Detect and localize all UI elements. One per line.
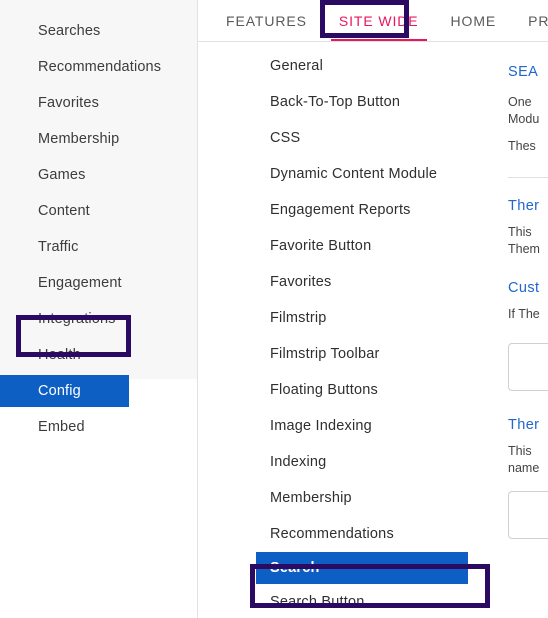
content-intro-line-1: One [508, 95, 532, 109]
menu-item-general[interactable]: General [198, 48, 498, 84]
content-heading-theme-2: Ther [508, 417, 540, 433]
sidebar-nav: Searches Recommendations Favorites Membersh… [0, 13, 197, 445]
menu-item-favorites[interactable]: Favorites [198, 264, 498, 300]
sidebar-item-health[interactable]: Health [0, 337, 197, 373]
tab-list: FEATURES SITE WIDE HOME PR [198, 0, 548, 42]
sidebar-item-searches[interactable]: Searches [0, 13, 197, 49]
content-theme2-line-2: name [508, 461, 540, 475]
menu-item-engagement-reports[interactable]: Engagement Reports [198, 192, 498, 228]
tab-label: PR [528, 13, 548, 29]
sidebar-item-engagement[interactable]: Engagement [0, 265, 197, 301]
tab-label: SITE WIDE [338, 13, 419, 29]
sidebar-item-integrations[interactable]: Integrations [0, 301, 197, 337]
menu-item-recommendations[interactable]: Recommendations [198, 516, 498, 552]
menu-item-search[interactable]: Search [256, 552, 468, 584]
tab-home[interactable]: HOME [435, 0, 513, 42]
content-intro-line-2: Modu [508, 112, 540, 126]
menu-item-filmstrip[interactable]: Filmstrip [198, 300, 498, 336]
content-custom-line-1: If The [508, 307, 540, 321]
theme-name-input[interactable] [508, 491, 548, 539]
content-theme-line-2: Them [508, 242, 540, 256]
sidebar-item-content[interactable]: Content [0, 193, 197, 229]
menu-item-css[interactable]: CSS [198, 120, 498, 156]
sidebar-item-games[interactable]: Games [0, 157, 197, 193]
menu-item-floating-buttons[interactable]: Floating Buttons [198, 372, 498, 408]
sidebar-item-traffic[interactable]: Traffic [0, 229, 197, 265]
menu-item-filmstrip-toolbar[interactable]: Filmstrip Toolbar [198, 336, 498, 372]
menu-item-indexing[interactable]: Indexing [198, 444, 498, 480]
tab-label: FEATURES [226, 13, 307, 29]
menu-item-image-indexing[interactable]: Image Indexing [198, 408, 498, 444]
tab-bar-divider [198, 41, 548, 42]
content-heading-custom: Cust [508, 280, 540, 296]
content-intro-line-3: Thes [508, 139, 536, 153]
settings-menu-column: General Back-To-Top Button CSS Dynamic Cont… [198, 48, 498, 618]
sidebar-item-recommendations[interactable]: Recommendations [0, 49, 197, 85]
sidebar-item-favorites[interactable]: Favorites [0, 85, 197, 121]
settings-menu-list: General Back-To-Top Button CSS Dynamic Cont… [198, 48, 498, 618]
tab-bar: FEATURES SITE WIDE HOME PR [198, 0, 548, 42]
sidebar-item-embed[interactable]: Embed [0, 409, 197, 445]
menu-item-membership[interactable]: Membership [198, 480, 498, 516]
content-heading-theme: Ther [508, 198, 540, 214]
menu-item-search-button[interactable]: Search Button [198, 584, 498, 618]
custom-theme-input[interactable] [508, 343, 548, 391]
menu-item-dynamic-content-module[interactable]: Dynamic Content Module [198, 156, 498, 192]
sidebar-item-config[interactable]: Config [0, 373, 197, 409]
menu-item-favorite-button[interactable]: Favorite Button [198, 228, 498, 264]
content-theme2-line-1: This [508, 444, 532, 458]
tab-features[interactable]: FEATURES [210, 0, 323, 42]
tab-label: HOME [450, 13, 497, 29]
content-panel: SEA One Modu Thes Ther This Them Cust If… [508, 48, 548, 618]
menu-item-back-to-top-button[interactable]: Back-To-Top Button [198, 84, 498, 120]
sidebar-item-membership[interactable]: Membership [0, 121, 197, 157]
content-theme-line-1: This [508, 225, 532, 239]
sidebar-item-label: Config [0, 375, 129, 407]
tab-pr[interactable]: PR [512, 0, 548, 42]
app-root: Searches Recommendations Favorites Membersh… [0, 0, 548, 618]
content-section-title: SEA [508, 64, 539, 80]
tab-site-wide[interactable]: SITE WIDE [323, 0, 435, 42]
